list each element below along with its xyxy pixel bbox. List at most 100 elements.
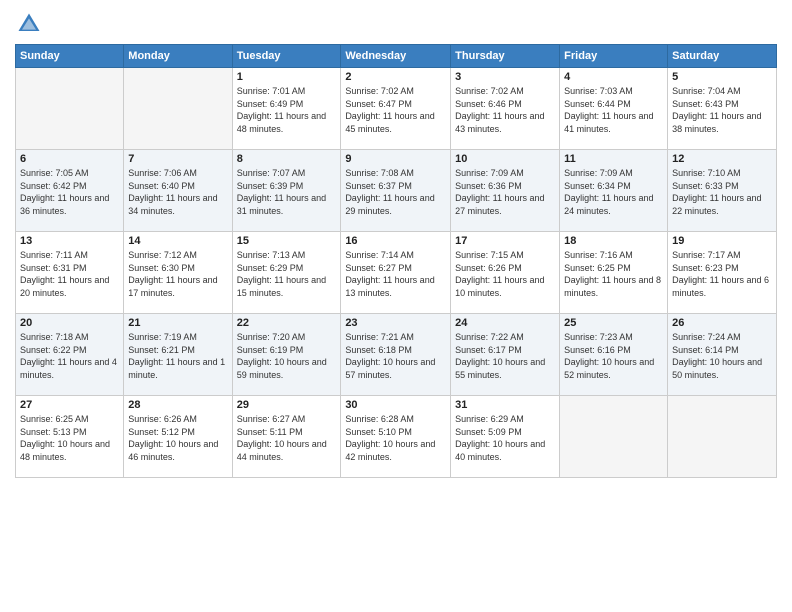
day-info: Sunrise: 7:14 AM Sunset: 6:27 PM Dayligh… <box>345 249 446 299</box>
day-number: 12 <box>672 153 772 165</box>
day-info: Sunrise: 7:22 AM Sunset: 6:17 PM Dayligh… <box>455 331 555 381</box>
day-number: 17 <box>455 235 555 247</box>
day-info: Sunrise: 7:21 AM Sunset: 6:18 PM Dayligh… <box>345 331 446 381</box>
calendar-cell: 21 Sunrise: 7:19 AM Sunset: 6:21 PM Dayli… <box>124 314 232 396</box>
calendar-cell: 25Sunrise: 7:23 AM Sunset: 6:16 PM Dayli… <box>560 314 668 396</box>
day-number: 27 <box>20 399 119 411</box>
day-info: Sunrise: 7:02 AM Sunset: 6:46 PM Dayligh… <box>455 85 555 135</box>
calendar-cell: 5Sunrise: 7:04 AM Sunset: 6:43 PM Daylig… <box>668 68 777 150</box>
calendar-week-row: 1 Sunrise: 7:01 AM Sunset: 6:49 PM Daylig… <box>16 68 777 150</box>
calendar-cell: 27 Sunrise: 6:25 AM Sunset: 5:13 PM Dayli… <box>16 396 124 478</box>
weekday-header: Friday <box>560 45 668 68</box>
day-number: 4 <box>564 71 663 83</box>
calendar-cell: 19 Sunrise: 7:17 AM Sunset: 6:23 PM Dayli… <box>668 232 777 314</box>
weekday-header: Thursday <box>451 45 560 68</box>
day-number: 13 <box>20 235 119 247</box>
calendar-cell: 31Sunrise: 6:29 AM Sunset: 5:09 PM Dayli… <box>451 396 560 478</box>
day-info: Sunrise: 7:19 AM Sunset: 6:21 PM Dayligh… <box>128 331 227 381</box>
day-info: Sunrise: 7:07 AM Sunset: 6:39 PM Dayligh… <box>237 167 337 217</box>
calendar-cell: 8 Sunrise: 7:07 AM Sunset: 6:39 PM Daylig… <box>232 150 341 232</box>
day-number: 3 <box>455 71 555 83</box>
weekday-header: Sunday <box>16 45 124 68</box>
calendar-cell: 18Sunrise: 7:16 AM Sunset: 6:25 PM Dayli… <box>560 232 668 314</box>
calendar-week-row: 6 Sunrise: 7:05 AM Sunset: 6:42 PM Daylig… <box>16 150 777 232</box>
day-info: Sunrise: 6:27 AM Sunset: 5:11 PM Dayligh… <box>237 413 337 463</box>
day-number: 16 <box>345 235 446 247</box>
day-number: 11 <box>564 153 663 165</box>
day-info: Sunrise: 7:05 AM Sunset: 6:42 PM Dayligh… <box>20 167 119 217</box>
calendar-cell <box>124 68 232 150</box>
day-info: Sunrise: 7:03 AM Sunset: 6:44 PM Dayligh… <box>564 85 663 135</box>
logo <box>15 10 47 38</box>
calendar-cell: 6 Sunrise: 7:05 AM Sunset: 6:42 PM Daylig… <box>16 150 124 232</box>
day-info: Sunrise: 7:08 AM Sunset: 6:37 PM Dayligh… <box>345 167 446 217</box>
day-info: Sunrise: 7:18 AM Sunset: 6:22 PM Dayligh… <box>20 331 119 381</box>
calendar-cell: 24Sunrise: 7:22 AM Sunset: 6:17 PM Dayli… <box>451 314 560 396</box>
day-info: Sunrise: 7:09 AM Sunset: 6:36 PM Dayligh… <box>455 167 555 217</box>
calendar-cell <box>668 396 777 478</box>
calendar-cell <box>560 396 668 478</box>
calendar-cell: 12 Sunrise: 7:10 AM Sunset: 6:33 PM Dayli… <box>668 150 777 232</box>
calendar-cell: 17 Sunrise: 7:15 AM Sunset: 6:26 PM Dayli… <box>451 232 560 314</box>
calendar-cell: 26 Sunrise: 7:24 AM Sunset: 6:14 PM Dayli… <box>668 314 777 396</box>
day-info: Sunrise: 7:24 AM Sunset: 6:14 PM Dayligh… <box>672 331 772 381</box>
page: SundayMondayTuesdayWednesdayThursdayFrid… <box>0 0 792 612</box>
calendar-cell: 1 Sunrise: 7:01 AM Sunset: 6:49 PM Daylig… <box>232 68 341 150</box>
day-number: 7 <box>128 153 227 165</box>
calendar-cell: 2Sunrise: 7:02 AM Sunset: 6:47 PM Daylig… <box>341 68 451 150</box>
calendar-week-row: 27 Sunrise: 6:25 AM Sunset: 5:13 PM Dayli… <box>16 396 777 478</box>
calendar-cell: 3 Sunrise: 7:02 AM Sunset: 6:46 PM Daylig… <box>451 68 560 150</box>
calendar-cell: 15Sunrise: 7:13 AM Sunset: 6:29 PM Dayli… <box>232 232 341 314</box>
day-number: 31 <box>455 399 555 411</box>
calendar-cell: 10Sunrise: 7:09 AM Sunset: 6:36 PM Dayli… <box>451 150 560 232</box>
day-number: 28 <box>128 399 227 411</box>
calendar-cell: 22 Sunrise: 7:20 AM Sunset: 6:19 PM Dayli… <box>232 314 341 396</box>
day-info: Sunrise: 7:10 AM Sunset: 6:33 PM Dayligh… <box>672 167 772 217</box>
day-info: Sunrise: 7:01 AM Sunset: 6:49 PM Dayligh… <box>237 85 337 135</box>
calendar-cell: 7 Sunrise: 7:06 AM Sunset: 6:40 PM Daylig… <box>124 150 232 232</box>
calendar-cell: 13 Sunrise: 7:11 AM Sunset: 6:31 PM Dayli… <box>16 232 124 314</box>
day-number: 19 <box>672 235 772 247</box>
day-info: Sunrise: 7:12 AM Sunset: 6:30 PM Dayligh… <box>128 249 227 299</box>
calendar-cell: 30 Sunrise: 6:28 AM Sunset: 5:10 PM Dayli… <box>341 396 451 478</box>
day-number: 30 <box>345 399 446 411</box>
calendar-cell: 4 Sunrise: 7:03 AM Sunset: 6:44 PM Daylig… <box>560 68 668 150</box>
calendar-week-row: 20Sunrise: 7:18 AM Sunset: 6:22 PM Dayli… <box>16 314 777 396</box>
day-number: 15 <box>237 235 337 247</box>
calendar-cell: 14Sunrise: 7:12 AM Sunset: 6:30 PM Dayli… <box>124 232 232 314</box>
day-info: Sunrise: 7:02 AM Sunset: 6:47 PM Dayligh… <box>345 85 446 135</box>
calendar-cell: 11 Sunrise: 7:09 AM Sunset: 6:34 PM Dayli… <box>560 150 668 232</box>
calendar-cell <box>16 68 124 150</box>
calendar-cell: 16 Sunrise: 7:14 AM Sunset: 6:27 PM Dayli… <box>341 232 451 314</box>
calendar-table: SundayMondayTuesdayWednesdayThursdayFrid… <box>15 44 777 478</box>
day-number: 1 <box>237 71 337 83</box>
day-number: 29 <box>237 399 337 411</box>
day-number: 25 <box>564 317 663 329</box>
weekday-header: Tuesday <box>232 45 341 68</box>
day-info: Sunrise: 7:11 AM Sunset: 6:31 PM Dayligh… <box>20 249 119 299</box>
day-info: Sunrise: 7:06 AM Sunset: 6:40 PM Dayligh… <box>128 167 227 217</box>
logo-icon <box>15 10 43 38</box>
calendar-cell: 23 Sunrise: 7:21 AM Sunset: 6:18 PM Dayli… <box>341 314 451 396</box>
day-info: Sunrise: 6:25 AM Sunset: 5:13 PM Dayligh… <box>20 413 119 463</box>
calendar-week-row: 13 Sunrise: 7:11 AM Sunset: 6:31 PM Dayli… <box>16 232 777 314</box>
weekday-header: Saturday <box>668 45 777 68</box>
day-info: Sunrise: 7:16 AM Sunset: 6:25 PM Dayligh… <box>564 249 663 299</box>
day-number: 9 <box>345 153 446 165</box>
day-number: 23 <box>345 317 446 329</box>
day-info: Sunrise: 7:20 AM Sunset: 6:19 PM Dayligh… <box>237 331 337 381</box>
day-info: Sunrise: 6:28 AM Sunset: 5:10 PM Dayligh… <box>345 413 446 463</box>
day-info: Sunrise: 7:17 AM Sunset: 6:23 PM Dayligh… <box>672 249 772 299</box>
calendar-cell: 20Sunrise: 7:18 AM Sunset: 6:22 PM Dayli… <box>16 314 124 396</box>
day-info: Sunrise: 7:04 AM Sunset: 6:43 PM Dayligh… <box>672 85 772 135</box>
day-number: 8 <box>237 153 337 165</box>
day-number: 6 <box>20 153 119 165</box>
header <box>15 10 777 38</box>
day-number: 22 <box>237 317 337 329</box>
day-info: Sunrise: 7:09 AM Sunset: 6:34 PM Dayligh… <box>564 167 663 217</box>
day-info: Sunrise: 7:15 AM Sunset: 6:26 PM Dayligh… <box>455 249 555 299</box>
day-number: 21 <box>128 317 227 329</box>
day-number: 26 <box>672 317 772 329</box>
weekday-header: Wednesday <box>341 45 451 68</box>
calendar-cell: 28Sunrise: 6:26 AM Sunset: 5:12 PM Dayli… <box>124 396 232 478</box>
